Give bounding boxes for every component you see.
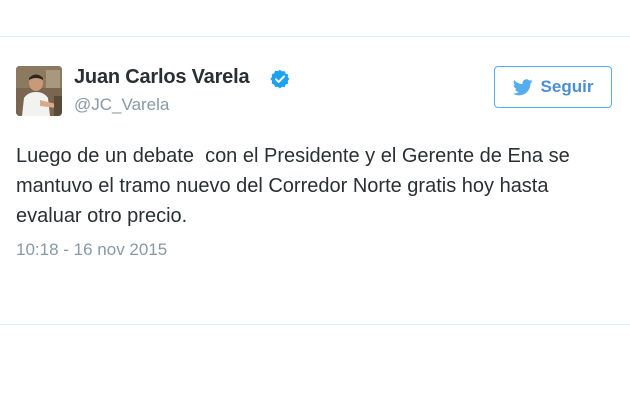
follow-button[interactable]: Seguir [494,66,612,108]
avatar[interactable] [16,66,62,116]
embedded-tweet: Juan Carlos Varela @JC_Varela Seguir Lue… [0,0,630,400]
avatar-photo [16,66,62,116]
author-screen-name[interactable]: @JC_Varela [74,95,169,115]
twitter-bird-icon [512,78,533,95]
author-display-name[interactable]: Juan Carlos Varela [74,66,250,89]
verified-badge-icon [270,69,290,89]
top-divider [0,36,630,37]
tweet-text: Luego de un debate con el Presidente y e… [16,145,576,227]
follow-button-label: Seguir [540,77,594,96]
bottom-divider [0,324,630,325]
tweet-timestamp[interactable]: 10:18 - 16 nov 2015 [16,240,167,260]
